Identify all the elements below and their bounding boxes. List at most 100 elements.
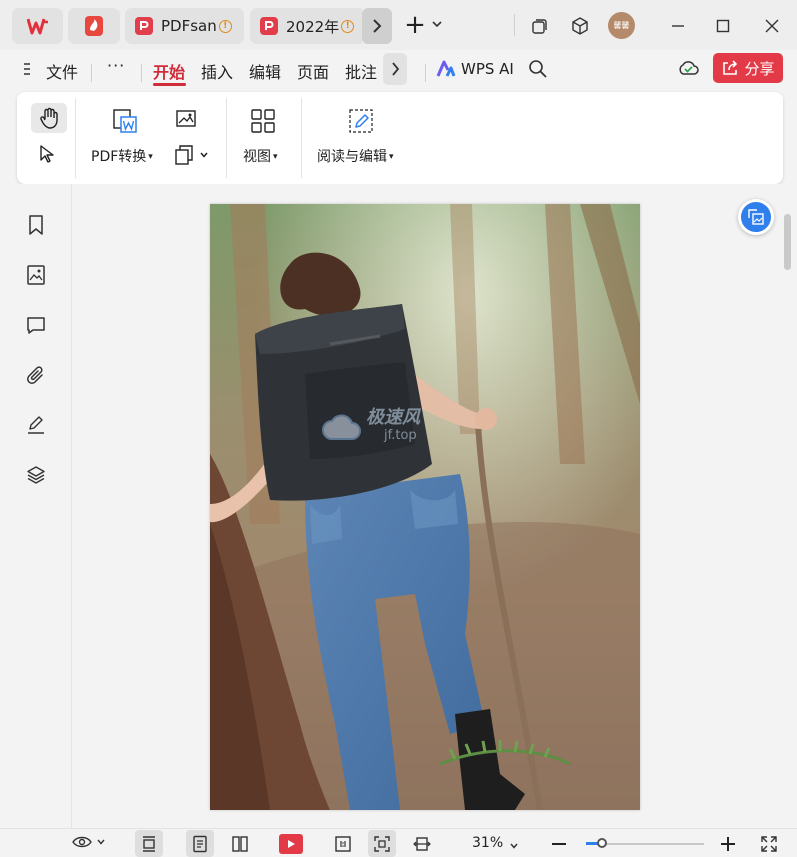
edit-pen-icon	[349, 109, 373, 133]
hamburger-icon	[24, 63, 30, 75]
cloud-sync-status[interactable]	[677, 58, 699, 82]
scroll-mode-icon	[143, 835, 155, 852]
sidebar-signatures[interactable]	[24, 413, 48, 437]
copy-pages-icon	[175, 145, 193, 165]
read-edit-dropdown[interactable]: 阅读与编辑 ▾	[317, 146, 394, 166]
warning-icon: !	[341, 19, 355, 33]
tab-label: PDFsan	[161, 17, 217, 35]
search-button[interactable]	[528, 59, 548, 83]
fullscreen-button[interactable]	[760, 835, 778, 857]
cube-icon	[572, 17, 588, 35]
docer-button[interactable]	[68, 8, 120, 44]
chevron-down-icon	[510, 843, 518, 849]
cursor-arrow-icon	[40, 145, 54, 163]
zoom-dropdown-arrow[interactable]	[509, 839, 519, 855]
pdf-page[interactable]: 极速风 jf.top	[210, 204, 640, 810]
play-icon	[279, 833, 303, 854]
titlebar-divider	[514, 14, 515, 36]
ribbon-toolbar: PDF转换 ▾ 视图 ▾ 阅读与编辑 ▾	[17, 92, 783, 184]
sidebar-comments[interactable]	[24, 313, 48, 337]
pdf-convert-dropdown[interactable]: PDF转换 ▾	[91, 146, 153, 166]
wps-ai-button[interactable]: WPS AI	[436, 60, 514, 78]
menu-tab-comment[interactable]: 批注	[345, 59, 377, 83]
view-icon-button[interactable]	[250, 108, 276, 138]
view-dropdown[interactable]: 视图 ▾	[243, 146, 278, 166]
search-icon	[529, 60, 547, 78]
menu-tab-page[interactable]: 页面	[297, 59, 329, 83]
actual-size-icon	[335, 835, 351, 852]
pdf-file-icon	[260, 17, 278, 35]
view-label: 视图	[243, 149, 271, 165]
eye-protection-dropdown[interactable]	[72, 835, 106, 849]
actual-size-button[interactable]	[329, 830, 357, 857]
tab-scroll-right-button[interactable]	[362, 8, 392, 44]
user-avatar[interactable]: 馨馨	[608, 12, 635, 39]
chevron-down-icon: ▾	[148, 152, 153, 162]
menu-scroll-right-button[interactable]	[383, 53, 407, 85]
hand-tool-button[interactable]	[31, 103, 67, 133]
plus-icon	[721, 837, 735, 851]
window-restore-icon	[532, 19, 547, 34]
zoom-level-dropdown[interactable]: 31%	[472, 835, 503, 851]
menu-more[interactable]: ···	[107, 56, 125, 75]
chevron-down-icon	[432, 21, 442, 28]
minimize-button[interactable]	[665, 13, 691, 39]
menu-tab-insert[interactable]: 插入	[201, 59, 233, 83]
image-convert-icon	[176, 110, 196, 127]
sidebar-bookmarks[interactable]	[24, 213, 48, 237]
sidebar-thumbnails[interactable]	[24, 263, 48, 287]
zoom-in-button[interactable]	[720, 836, 736, 856]
hand-icon	[40, 107, 58, 129]
double-page-icon	[232, 835, 248, 852]
menu-divider	[141, 64, 142, 82]
close-icon	[765, 19, 779, 33]
tab-pdfsan[interactable]: PDFsan !	[125, 8, 244, 44]
image-thumbnail-icon	[27, 265, 45, 285]
tab-label: 2022年	[286, 17, 340, 36]
fit-width-button[interactable]	[408, 830, 436, 857]
wps-logo-button[interactable]	[12, 8, 63, 44]
left-sidebar	[0, 184, 72, 828]
read-edit-icon-button[interactable]	[347, 107, 375, 139]
double-page-button[interactable]	[226, 830, 254, 857]
title-bar: PDFsan ! 2022年 ! + 馨馨	[0, 0, 797, 50]
app-center-button[interactable]	[567, 13, 593, 39]
new-tab-button[interactable]: +	[402, 11, 428, 39]
menu-file[interactable]: 文件	[46, 59, 78, 83]
tab-list-dropdown[interactable]	[431, 18, 445, 32]
sidebar-attachments[interactable]	[24, 363, 48, 387]
active-tab-indicator	[153, 83, 186, 86]
maximize-button[interactable]	[710, 13, 736, 39]
pdf-to-image-button[interactable]	[175, 109, 199, 135]
fullscreen-icon	[761, 836, 777, 852]
hiker-photo	[210, 204, 640, 810]
play-slideshow-button[interactable]	[277, 830, 305, 857]
vertical-scrollbar[interactable]	[784, 214, 791, 270]
cloud-logo-icon	[322, 414, 361, 440]
wps-ai-icon	[436, 60, 456, 77]
tab-2022[interactable]: 2022年 !	[250, 8, 362, 44]
window-list-button[interactable]	[527, 13, 553, 39]
share-label: 分享	[744, 59, 775, 78]
menu-tab-edit[interactable]: 编辑	[249, 59, 281, 83]
zoom-out-button[interactable]	[551, 836, 567, 856]
pdf-file-icon	[135, 17, 153, 35]
select-tool-button[interactable]	[38, 144, 58, 168]
chevron-down-icon: ▾	[389, 152, 394, 162]
more-convert-dropdown[interactable]	[174, 144, 209, 166]
single-page-button[interactable]	[186, 830, 214, 857]
ribbon-divider	[301, 98, 302, 178]
menu-tab-home[interactable]: 开始	[153, 59, 185, 83]
main-menu-button[interactable]	[22, 62, 36, 80]
sidebar-layers[interactable]	[24, 463, 48, 487]
pdf-to-word-button[interactable]	[111, 107, 139, 139]
menu-divider	[425, 64, 426, 82]
image-convert-icon	[748, 209, 764, 225]
share-button[interactable]: 分享	[713, 53, 783, 83]
zoom-slider-handle[interactable]	[596, 838, 607, 848]
continuous-scroll-button[interactable]	[135, 830, 163, 857]
floating-convert-button[interactable]	[738, 199, 774, 235]
close-button[interactable]	[759, 13, 785, 39]
fit-page-button[interactable]	[368, 830, 396, 857]
minus-icon	[552, 843, 566, 845]
